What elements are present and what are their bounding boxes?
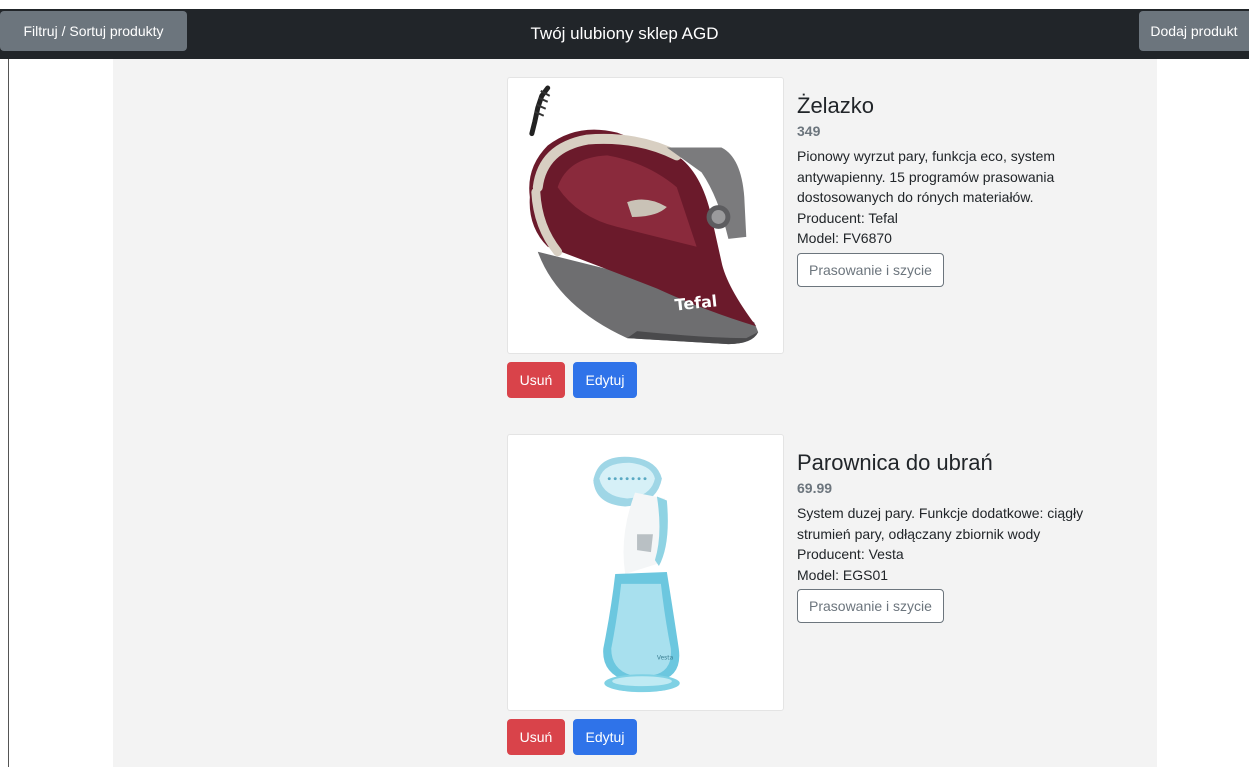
product-card: Tefal Usuń Edytuj Żelazko 349 Pionowy wyr… xyxy=(507,77,1167,407)
edit-button[interactable]: Edytuj xyxy=(573,719,637,755)
product-actions: Usuń Edytuj xyxy=(507,719,637,755)
delete-button[interactable]: Usuń xyxy=(507,362,565,398)
category-button[interactable]: Prasowanie i szycie xyxy=(797,252,944,287)
product-description: System duzej pary. Funkcje dodatkowe: ci… xyxy=(797,505,1084,542)
iron-icon: Tefal xyxy=(529,85,759,345)
navbar: Filtruj / Sortuj produkty Twój ulubiony … xyxy=(0,9,1249,59)
product-price: 69.99 xyxy=(797,480,833,496)
category-button[interactable]: Prasowanie i szycie xyxy=(797,589,944,623)
product-image: Tefal xyxy=(507,77,784,354)
product-image: Vesta xyxy=(507,434,784,711)
product-price: 349 xyxy=(797,123,821,139)
product-name: Parownica do ubrań xyxy=(797,450,993,475)
store-title-bar: Twój ulubiony sklep AGD xyxy=(0,9,1249,59)
delete-button[interactable]: Usuń xyxy=(507,719,565,755)
garment-steamer-icon: Vesta xyxy=(593,456,680,693)
product-actions: Usuń Edytuj xyxy=(507,362,637,398)
product-description: Pionowy wyrzut pary, funkcja eco, system… xyxy=(797,148,1056,205)
filter-sort-button[interactable]: Filtruj / Sortuj produkty xyxy=(0,11,187,51)
product-name: Żelazko xyxy=(797,93,875,118)
product-info: Parownica do ubrań 69.99 System duzej pa… xyxy=(797,450,1097,623)
brand-logo: Vesta xyxy=(657,654,674,661)
product-producer: Producent: Tefal xyxy=(797,209,898,226)
product-list: Tefal Usuń Edytuj Żelazko 349 Pionowy wyr… xyxy=(113,59,1157,767)
edit-button[interactable]: Edytuj xyxy=(573,362,637,398)
product-model: Model: FV6870 xyxy=(797,230,892,246)
product-model: Model: EGS01 xyxy=(797,566,889,583)
page-edge-divider xyxy=(8,59,9,767)
store-title: Twój ulubiony sklep AGD xyxy=(530,24,719,43)
product-info: Żelazko 349 Pionowy wyrzut pary, funkcja… xyxy=(797,93,1097,287)
add-product-button[interactable]: Dodaj produkt xyxy=(1139,11,1249,51)
product-producer: Producent: Vesta xyxy=(797,546,904,562)
product-card: Vesta Usuń Edytuj Parownica do ubrań 69.9… xyxy=(507,434,1167,764)
